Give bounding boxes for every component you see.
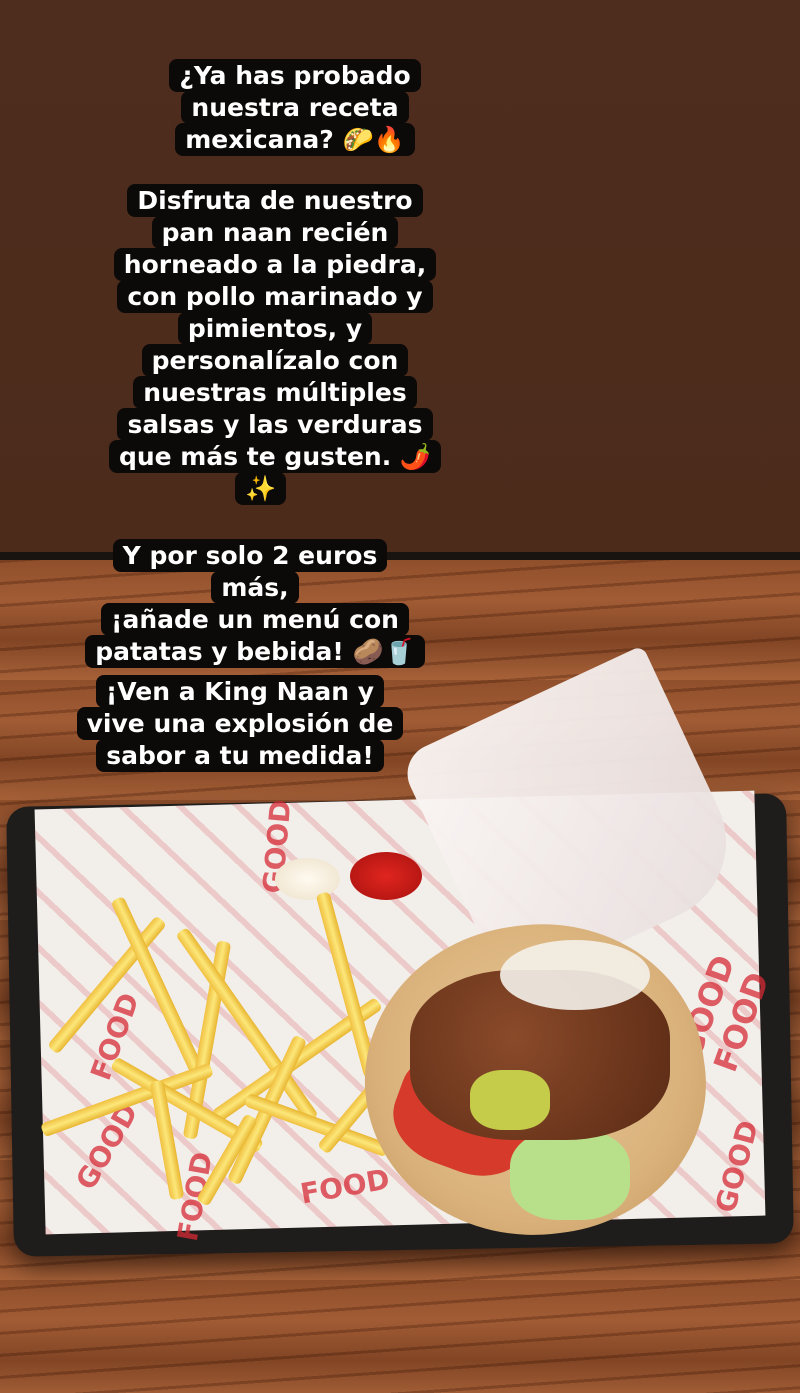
text-line: Y por solo 2 euros más,	[112, 539, 388, 604]
text-line: pimientos, y	[177, 312, 373, 345]
yogurt-sauce	[500, 940, 650, 1010]
text-line: pan naan recién	[151, 216, 399, 249]
sparkles-icon: ✨	[235, 472, 287, 505]
text-line: sabor a tu medida!	[96, 739, 384, 772]
text-line: personalízalo con	[141, 344, 409, 377]
text-line: con pollo marinado y	[117, 280, 433, 313]
text-line: vive una explosión de	[76, 707, 404, 740]
text-line: Disfruta de nuestro	[127, 184, 423, 217]
text-line: salsas y las verduras	[117, 408, 433, 441]
text-line: ¿Ya has probado	[169, 59, 421, 92]
story-text-cta: ¡Ven a King Naan y vive una explosión de…	[70, 675, 410, 772]
text-line: nuestra receta	[181, 91, 409, 124]
text-line: patatas y bebida! 🥔🥤	[85, 635, 425, 668]
text-line: horneado a la piedra,	[113, 248, 437, 281]
text-line: ¡añade un menú con	[101, 603, 409, 636]
lettuce	[510, 1130, 630, 1220]
pickles	[470, 1070, 550, 1130]
story-text-question: ¿Ya has probado nuestra receta mexicana?…	[150, 59, 440, 156]
story-text-description: Disfruta de nuestro pan naan recién horn…	[95, 184, 455, 505]
text-line: ¡Ven a King Naan y	[95, 675, 385, 708]
story-text-menu: Y por solo 2 euros más, ¡añade un menú c…	[80, 539, 430, 668]
text-line: que más te gusten. 🌶️	[108, 440, 442, 473]
text-line: nuestras múltiples	[133, 376, 417, 409]
text-line: mexicana? 🌮🔥	[175, 123, 415, 156]
